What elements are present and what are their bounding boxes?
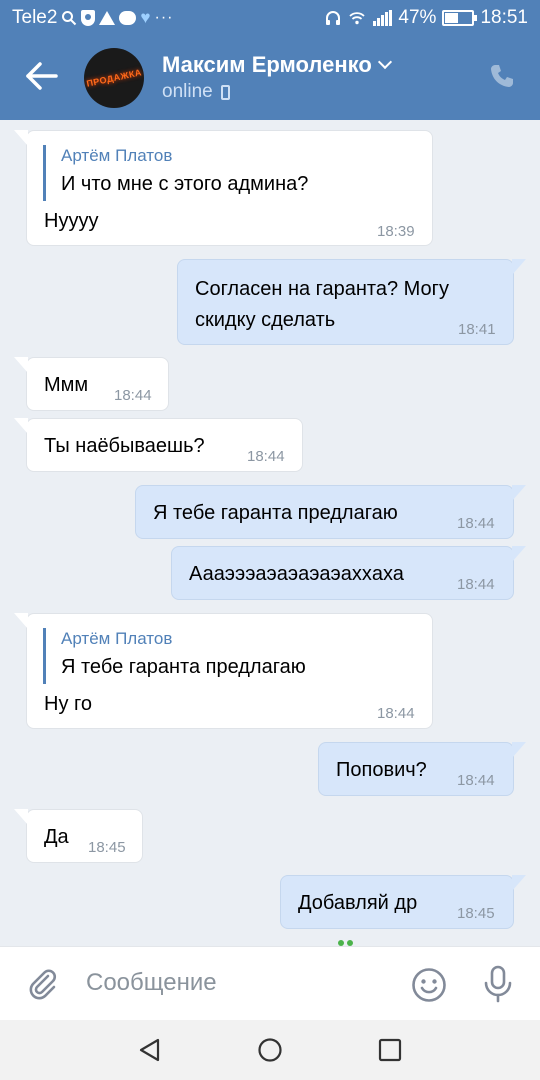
carrier-label: Tele2 (12, 7, 58, 28)
message-outgoing[interactable]: Аааэээаэаэаэаэахxаха 18:44 (171, 546, 526, 600)
message-time: 18:45 (457, 905, 495, 922)
message-time: 18:45 (88, 839, 126, 856)
message-outgoing[interactable]: Согласен на гаранта? Могу скидку сделать… (177, 259, 526, 345)
message-text: Я тебе гаранта предлагаю (153, 502, 398, 524)
reply-quote[interactable]: Артём Платов Я тебе гаранта предлагаю (43, 628, 306, 684)
avatar-logo-text: ПРОДАЖКА (85, 67, 143, 89)
mobile-device-icon (220, 84, 230, 100)
message-time: 18:44 (377, 705, 415, 722)
message-text: Да (44, 826, 69, 848)
message-time: 18:44 (247, 448, 285, 465)
signal-icon (373, 10, 393, 26)
message-incoming[interactable]: Артём Платов Я тебе гаранта предлагаю Ну… (14, 613, 433, 729)
message-incoming[interactable]: Артём Платов И что мне с этого админа? Н… (14, 130, 433, 246)
message-outgoing[interactable]: Попович? 18:44 (318, 742, 526, 796)
message-text-line: Согласен на гаранта? Могу (195, 278, 449, 300)
message-text: Ммм (44, 374, 89, 396)
attachment-icon[interactable] (26, 967, 60, 1001)
nav-recents-icon[interactable] (376, 1036, 404, 1064)
message-text: Аааэээаэаэаэаэахxаха (189, 563, 404, 585)
message-text: Ну го (44, 693, 92, 715)
chat-icon (119, 11, 137, 25)
search-icon (62, 11, 77, 26)
shield-icon (81, 10, 96, 26)
message-input[interactable] (86, 963, 386, 1003)
nav-home-icon[interactable] (256, 1036, 284, 1064)
message-time: 18:44 (457, 515, 495, 532)
message-text: Ты наёбываешь? (44, 435, 205, 457)
chat-header: ПРОДАЖКА Максим Ермоленко online (0, 36, 540, 120)
message-time: 18:44 (457, 772, 495, 789)
message-text: Нуууу (44, 210, 99, 232)
message-time: 18:44 (114, 387, 152, 404)
message-time: 18:41 (458, 321, 496, 338)
message-outgoing[interactable]: Добавляй др 18:45 (280, 875, 526, 929)
status-bar: Tele2 ♥ ··· 47% 18:51 (0, 0, 540, 36)
reply-author: Артём Платов (61, 146, 173, 165)
reply-text: Я тебе гаранта предлагаю (61, 656, 306, 678)
back-arrow-icon[interactable] (24, 58, 60, 94)
reply-text: И что мне с этого админа? (61, 173, 309, 195)
wifi-icon (349, 12, 366, 25)
battery-icon (442, 10, 478, 26)
phone-call-icon[interactable] (488, 62, 516, 90)
online-status-label: online (162, 81, 213, 102)
battery-percent: 47% (398, 7, 437, 28)
avatar[interactable]: ПРОДАЖКА (84, 48, 144, 108)
message-text: Попович? (336, 759, 427, 781)
heart-icon: ♥ (140, 8, 151, 27)
message-text-line: скидку сделать (195, 309, 336, 331)
warning-icon (99, 11, 116, 25)
reply-author: Артём Платов (61, 629, 173, 648)
contact-name[interactable]: Максим Ермоленко (162, 52, 392, 78)
message-time: 18:39 (377, 223, 415, 240)
system-navigation-bar (0, 1020, 540, 1080)
message-incoming[interactable]: Ты наёбываешь? 18:44 (14, 418, 303, 472)
microphone-icon[interactable] (480, 964, 516, 1004)
message-incoming[interactable]: Ммм 18:44 (14, 357, 169, 411)
chevron-down-icon (377, 54, 392, 70)
contact-name-label: Максим Ермоленко (162, 52, 372, 77)
headphones-icon (326, 11, 341, 25)
nav-back-icon[interactable] (136, 1036, 164, 1064)
message-time: 18:44 (457, 576, 495, 593)
message-text: Добавляй др (298, 892, 418, 914)
reply-quote[interactable]: Артём Платов И что мне с этого админа? (43, 145, 308, 201)
more-notifications-icon: ··· (154, 9, 174, 26)
message-composer (0, 946, 540, 1020)
message-outgoing[interactable]: Я тебе гаранта предлагаю 18:44 (135, 485, 526, 539)
clock: 18:51 (480, 7, 528, 28)
message-incoming[interactable]: Да 18:45 (14, 809, 143, 863)
online-status: online (162, 81, 230, 103)
emoji-icon[interactable] (411, 967, 447, 1003)
